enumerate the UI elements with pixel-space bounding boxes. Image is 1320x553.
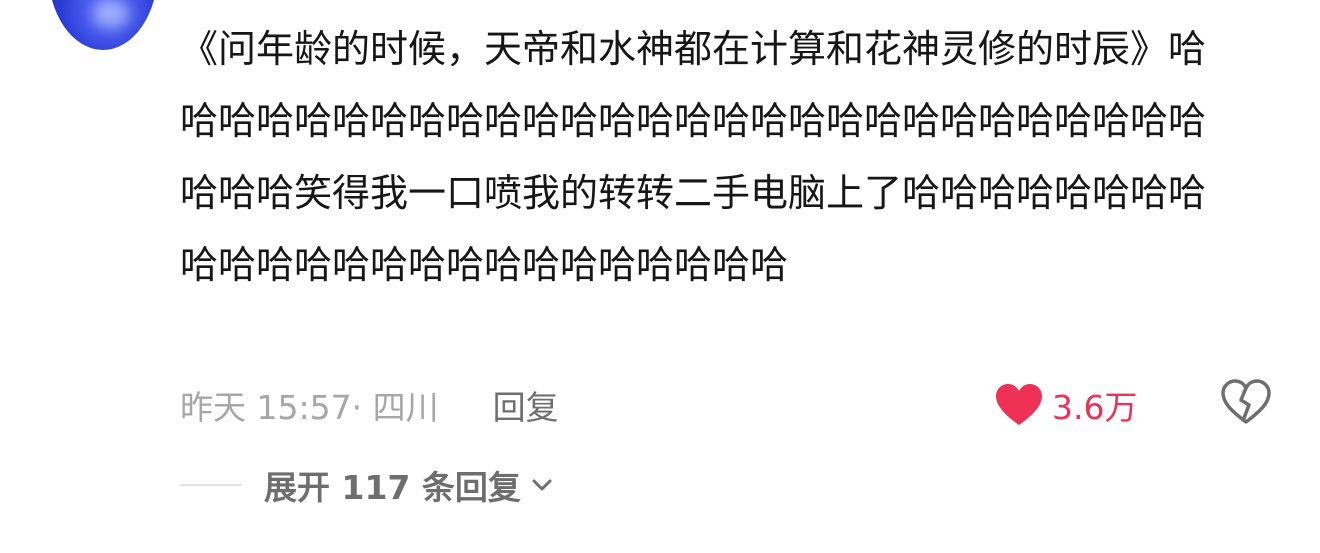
- chevron-down-icon: [532, 479, 552, 491]
- like-count: 3.6万: [1052, 388, 1138, 427]
- reply-button[interactable]: 回复: [493, 381, 559, 429]
- broken-heart-icon[interactable]: [1220, 378, 1272, 426]
- expand-replies-button[interactable]: 展开 117 条回复: [264, 461, 555, 509]
- heart-icon: [996, 384, 1042, 425]
- avatar[interactable]: [48, 0, 158, 50]
- like-button[interactable]: 3.6万: [994, 380, 1137, 430]
- expand-replies-label: 展开 117 条回复: [264, 468, 521, 507]
- divider: [180, 484, 242, 486]
- comment-location: · 四川: [351, 388, 439, 427]
- comment-meta: 昨天 15:57 · 四川 回复: [180, 380, 559, 430]
- expand-replies-row: 展开 117 条回复: [180, 460, 555, 510]
- comment-timestamp: 昨天 15:57: [180, 388, 352, 427]
- comment-text: 《问年龄的时候，天帝和水神都在计算和花神灵修的时辰》哈哈哈哈哈哈哈哈哈哈哈哈哈哈…: [180, 27, 1207, 287]
